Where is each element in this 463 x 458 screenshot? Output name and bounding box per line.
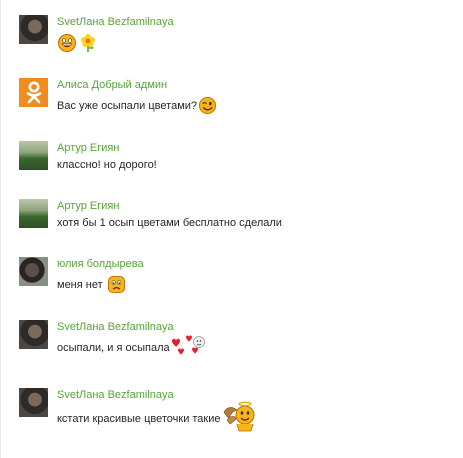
angel-smiley-icon [223,401,254,432]
sad-smiley-icon [107,275,125,294]
comment-item: юлия болдырева меня нет [19,257,449,297]
comment-text: осыпали, и я осыпала [57,335,206,359]
odnoklassniki-logo-icon [26,81,41,103]
comment-text: хотя бы 1 осып цветами бесплатно сделали [57,217,282,229]
avatar[interactable] [19,257,48,286]
comment-text-content: классно! но дорого! [57,159,157,171]
comment-text-content: Вас уже осыпали цветами? [57,99,198,112]
comment-text: классно! но дорого! [57,159,157,171]
comment-text: Вас уже осыпали цветами? [57,96,217,115]
comment-text-content: меня нет [57,278,103,291]
comment-author[interactable]: SvetЛана Bezfamilnaya [57,321,174,333]
flower-icon [81,34,95,52]
comment-item: SvetЛана Bezfamilnaya кстати красивые цв… [19,388,449,443]
avatar[interactable] [19,15,48,44]
comment-item: Артур Егиян хотя бы 1 осып цветами беспл… [19,199,449,239]
comment-text: кстати красивые цветочки такие [57,401,261,432]
comment-item: SvetЛана Bezfamilnaya [19,15,449,55]
avatar[interactable] [19,199,48,228]
comment-author[interactable]: SvetЛана Bezfamilnaya [57,389,174,401]
comment-author[interactable]: юлия болдырева [57,258,144,270]
comment-text-content: осыпали, и я осыпала [57,342,170,354]
comment-author[interactable]: Артур Егиян [57,200,119,212]
avatar[interactable] [19,141,48,170]
comment-text-content: кстати красивые цветочки такие [57,413,221,425]
hearts-smiley-icon [171,335,205,355]
comment-author[interactable]: Артур Егиян [57,142,119,154]
avatar[interactable] [19,78,48,107]
laughing-smiley-icon [58,34,76,52]
comment-item: Артур Егиян классно! но дорого! [19,141,449,181]
comment-text-content: хотя бы 1 осып цветами бесплатно сделали [57,217,282,229]
comment-item: Алиса Добрый админ Вас уже осыпали цвета… [19,78,449,118]
winking-smiley-icon [198,96,217,115]
comment-text: меня нет [57,275,126,294]
comment-author[interactable]: SvetЛана Bezfamilnaya [57,16,174,28]
comment-text [57,33,97,53]
left-divider [0,0,1,458]
avatar[interactable] [19,320,48,349]
comment-author[interactable]: Алиса Добрый админ [57,79,167,91]
avatar[interactable] [19,388,48,417]
comment-item: SvetЛана Bezfamilnaya осыпали, и я осыпа… [19,320,449,370]
